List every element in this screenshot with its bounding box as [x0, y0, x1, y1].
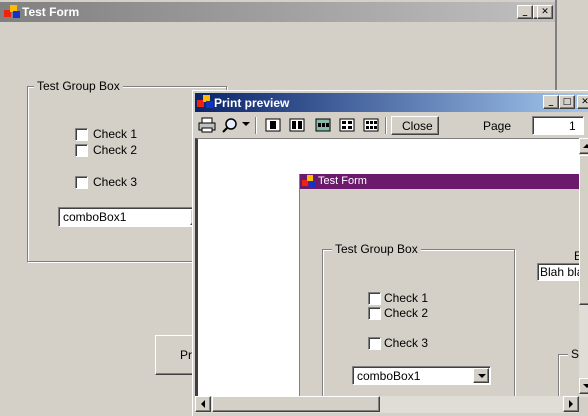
page-check3-box	[368, 337, 381, 350]
preview-close-button[interactable]: ✕	[577, 95, 588, 109]
horizontal-scrollbar[interactable]	[195, 396, 579, 413]
six-pages-icon[interactable]	[361, 116, 381, 134]
page-chevron-down-icon	[473, 368, 489, 383]
page-check1-box	[368, 292, 381, 305]
close-button[interactable]: ✕	[537, 5, 553, 19]
preview-window: Print preview _ □ ✕ Close Page 1 Test Fo…	[192, 90, 588, 416]
main-check2-label: Check 2	[93, 143, 138, 157]
page-right-textbox-value: Blah bla	[540, 265, 579, 279]
main-check3-label: Check 3	[93, 175, 138, 189]
main-window-edge	[555, 0, 557, 92]
page-number-value: 1	[569, 119, 576, 133]
main-check1-label: Check 1	[93, 127, 138, 141]
preview-title-bar[interactable]: Print preview _ □ ✕	[195, 93, 588, 112]
app-icon	[4, 5, 20, 19]
three-pages-icon[interactable]	[313, 116, 333, 134]
main-combo-box[interactable]: comboBox1	[58, 207, 208, 227]
main-combo-value: comboBox1	[63, 210, 127, 224]
one-page-icon[interactable]	[263, 116, 283, 134]
page-form-title-bar: Test Form	[300, 174, 579, 189]
zoom-icon[interactable]	[221, 116, 241, 134]
toolbar-separator-2	[385, 117, 387, 134]
page-form-icon	[302, 175, 316, 188]
close-preview-label: Close	[402, 119, 433, 133]
page-form-title: Test Form	[318, 175, 367, 187]
page-check2-box	[368, 307, 381, 320]
close-preview-button[interactable]: Close	[391, 116, 439, 135]
preview-minimize-button[interactable]: _	[543, 95, 559, 109]
vertical-scrollbar[interactable]	[579, 138, 588, 397]
preview-viewport: Test Form Test Group Box Check 1 Check 2…	[195, 138, 579, 397]
page-number-input[interactable]: 1	[532, 116, 584, 135]
printer-icon[interactable]	[197, 116, 217, 134]
scroll-right-button[interactable]	[563, 396, 579, 412]
page-check1-label: Check 1	[384, 291, 429, 305]
page-combo-value: comboBox1	[357, 369, 421, 383]
preview-window-title: Print preview	[214, 96, 290, 110]
page-check3-label: Check 3	[384, 336, 429, 350]
main-title-bar[interactable]: Test Form _ □ ✕	[0, 2, 556, 22]
main-check1-box[interactable]	[75, 128, 88, 141]
page-check2-label: Check 2	[384, 306, 429, 320]
main-group-legend: Test Group Box	[34, 79, 123, 93]
vertical-scroll-thumb[interactable]	[579, 155, 588, 305]
scroll-left-button[interactable]	[195, 396, 211, 412]
main-window-title: Test Form	[22, 5, 80, 19]
page-group-legend: Test Group Box	[332, 242, 421, 256]
preview-maximize-button[interactable]: □	[559, 95, 575, 109]
main-check2-box[interactable]	[75, 144, 88, 157]
page-combo-box: comboBox1	[352, 366, 491, 385]
two-pages-icon[interactable]	[287, 116, 307, 134]
page-right-textbox: Blah bla	[537, 263, 579, 281]
print-button-label: Pr	[180, 348, 192, 362]
scroll-down-button[interactable]	[579, 378, 588, 394]
scroll-up-button[interactable]	[579, 138, 588, 154]
preview-app-icon	[197, 95, 213, 109]
toolbar-separator	[255, 117, 257, 134]
page-right-group-legend: S	[568, 347, 579, 361]
four-pages-icon[interactable]	[337, 116, 357, 134]
main-check3-box[interactable]	[75, 176, 88, 189]
preview-toolbar: Close Page 1	[195, 114, 588, 138]
horizontal-scroll-thumb[interactable]	[212, 396, 380, 412]
minimize-button[interactable]: _	[517, 5, 533, 19]
zoom-dropdown-chevron-icon[interactable]	[241, 116, 251, 134]
page-label: Page	[483, 119, 512, 133]
page-form: Test Form Test Group Box Check 1 Check 2…	[300, 174, 579, 397]
